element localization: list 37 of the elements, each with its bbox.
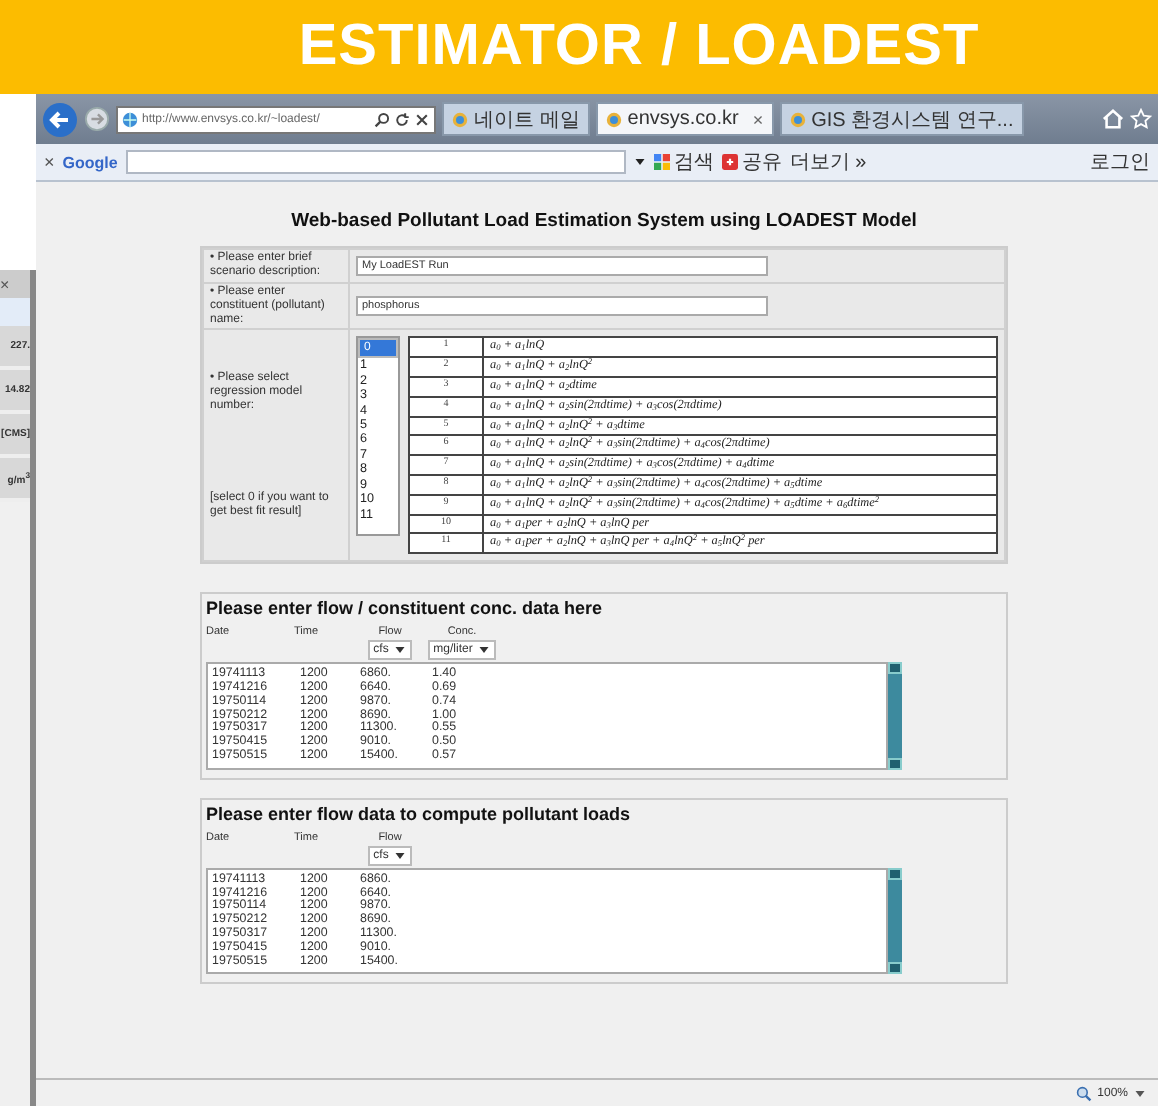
search-icon[interactable]: [374, 111, 390, 127]
share-button[interactable]: 공유: [721, 148, 782, 176]
close-icon[interactable]: ×: [0, 275, 10, 293]
slide-title: ESTIMATOR / LOADEST: [298, 14, 980, 80]
star-icon[interactable]: [1130, 108, 1152, 130]
page-title: Web-based Pollutant Load Estimation System using LOADEST Model: [289, 210, 919, 232]
globe-icon: [122, 111, 138, 127]
page-icon: [605, 111, 622, 127]
caret-icon: [394, 849, 407, 862]
home-icon[interactable]: [1102, 108, 1124, 130]
back-button[interactable]: [42, 101, 78, 137]
page-icon: [452, 111, 468, 127]
scrollbar[interactable]: [888, 662, 902, 770]
forward-button[interactable]: [84, 106, 110, 132]
zoom-icon: [1075, 1085, 1092, 1101]
apps-icon: [653, 154, 670, 170]
google-logo: Google: [62, 153, 118, 171]
section-title: Please enter flow / constituent conc. data here: [206, 598, 605, 619]
share-icon: [721, 154, 738, 170]
caret-icon: [394, 644, 407, 657]
search-field[interactable]: [125, 150, 626, 174]
caret-icon[interactable]: [633, 156, 646, 168]
browser-tab[interactable]: GIS 환경시스템 연구...: [779, 102, 1024, 136]
browser-tab[interactable]: envsys.co.kr ×: [595, 102, 774, 136]
close-icon[interactable]: ×: [752, 109, 764, 129]
refresh-icon[interactable]: [394, 111, 410, 127]
search-button[interactable]: 검색: [653, 148, 714, 176]
more-button[interactable]: 더보기 »: [789, 148, 867, 176]
scrollbar[interactable]: [888, 867, 902, 975]
close-icon[interactable]: [414, 111, 430, 127]
page-icon: [789, 111, 806, 127]
section-title: Please enter flow data to compute pollutant loads: [206, 803, 633, 824]
login-link[interactable]: 로그인: [1090, 148, 1150, 176]
caret-icon: [478, 644, 491, 657]
close-icon[interactable]: ×: [44, 152, 55, 172]
caret-icon[interactable]: [1134, 1087, 1146, 1099]
browser-tab[interactable]: 네이트 메일: [442, 102, 590, 136]
